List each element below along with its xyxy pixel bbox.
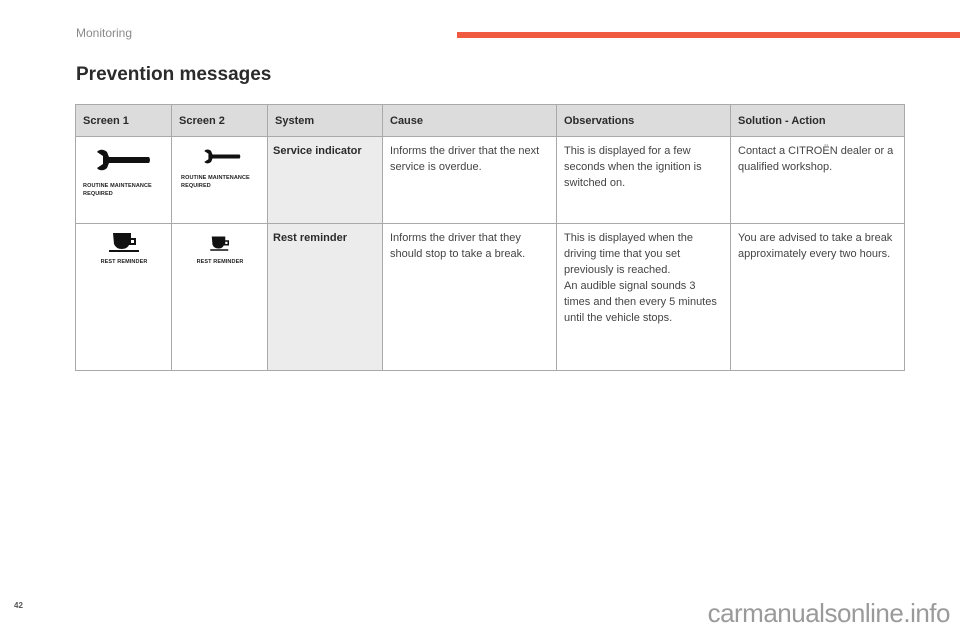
column-header-cause: Cause xyxy=(382,104,557,137)
wrench-icon xyxy=(83,143,165,176)
watermark: carmanualsonline.info xyxy=(707,598,951,628)
screen1-caption: ROUTINE MAINTENANCE REQUIRED xyxy=(83,183,152,197)
observations-cell: This is displayed for a few seconds when… xyxy=(556,136,731,224)
page-number: 42 xyxy=(14,601,23,610)
observations-cell: This is displayed when the driving time … xyxy=(556,223,731,371)
screen1-cell: ROUTINE MAINTENANCE REQUIRED xyxy=(75,136,172,224)
screen2-caption: ROUTINE MAINTENANCE REQUIRED xyxy=(181,175,250,189)
system-cell: Service indicator xyxy=(267,136,383,224)
column-header-screen1: Screen 1 xyxy=(75,104,172,137)
column-header-solution: Solution - Action xyxy=(730,104,905,137)
section-label: Monitoring xyxy=(76,26,133,40)
solution-cell: You are advised to take a break approxim… xyxy=(730,223,905,371)
cause-cell: Informs the driver that they should stop… xyxy=(382,223,557,371)
system-cell: Rest reminder xyxy=(267,223,383,371)
observation-text: An audible signal sounds 3 times and the… xyxy=(564,280,717,324)
solution-cell: Contact a CITROËN dealer or a qualified … xyxy=(730,136,905,224)
page-title: Prevention messages xyxy=(76,64,272,85)
wrench-icon xyxy=(179,143,261,169)
column-header-system: System xyxy=(267,104,383,137)
observation-text: This is displayed when the driving time … xyxy=(564,232,694,276)
table-row: ROUTINE MAINTENANCE REQUIRED ROUTINE MAI… xyxy=(75,136,905,224)
screen2-cell: ROUTINE MAINTENANCE REQUIRED xyxy=(171,136,268,224)
coffee-cup-icon xyxy=(179,234,261,254)
prevention-messages-table: Screen 1 Screen 2 System Cause Observati… xyxy=(75,104,905,371)
coffee-cup-icon xyxy=(83,232,165,254)
screen1-cell: REST REMINDER xyxy=(75,223,172,371)
observation-text: This is displayed for a few seconds when… xyxy=(564,145,702,189)
screen1-caption: REST REMINDER xyxy=(100,259,148,265)
header-accent-bar xyxy=(457,32,960,38)
column-header-screen2: Screen 2 xyxy=(171,104,268,137)
screen2-cell: REST REMINDER xyxy=(171,223,268,371)
column-header-observations: Observations xyxy=(556,104,731,137)
table-row: REST REMINDER REST REMINDER Rest reminde… xyxy=(75,223,905,371)
screen2-caption: REST REMINDER xyxy=(196,259,244,265)
cause-cell: Informs the driver that the next service… xyxy=(382,136,557,224)
table-header-row: Screen 1 Screen 2 System Cause Observati… xyxy=(75,104,905,137)
